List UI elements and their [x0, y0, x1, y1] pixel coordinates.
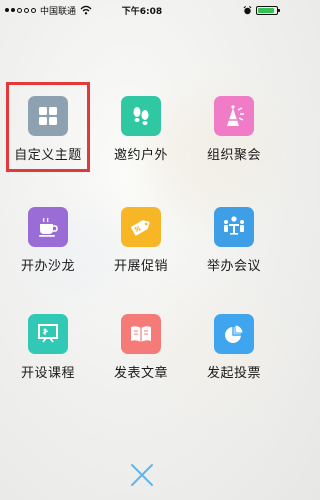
menu-item-salon[interactable]: 开办沙龙	[6, 207, 90, 274]
menu-item-label: 开设课程	[20, 366, 75, 381]
close-icon[interactable]	[129, 462, 155, 488]
party-icon	[214, 96, 254, 136]
meeting-icon	[214, 207, 254, 247]
menu-item-outdoor[interactable]: 邀约户外	[99, 96, 183, 163]
menu-item-label: 组织聚会	[206, 148, 261, 163]
menu-item-course[interactable]: 开设课程	[6, 314, 90, 381]
menu-item-vote[interactable]: 发起投票	[192, 314, 276, 381]
presentation-board-icon	[28, 314, 68, 354]
alarm-icon	[243, 5, 252, 14]
pie-chart-icon	[214, 314, 254, 354]
battery-icon	[256, 5, 280, 15]
highlight-box	[6, 82, 90, 172]
status-time: 下午6:08	[121, 6, 163, 17]
discount-tag-icon	[121, 207, 161, 247]
menu-item-promotion[interactable]: 开展促销	[99, 207, 183, 274]
menu-item-label: 开展促销	[113, 259, 168, 274]
coffee-cup-icon	[28, 207, 68, 247]
menu-item-label: 邀约户外	[113, 148, 168, 163]
menu-item-article[interactable]: 发表文章	[99, 314, 183, 381]
menu-item-meeting[interactable]: 举办会议	[192, 207, 276, 274]
menu-item-label: 举办会议	[206, 259, 261, 274]
menu-item-party[interactable]: 组织聚会	[192, 96, 276, 163]
book-icon	[121, 314, 161, 354]
menu-item-label: 发表文章	[113, 366, 168, 381]
menu-item-label: 发起投票	[206, 366, 261, 381]
footprints-icon	[121, 96, 161, 136]
menu-item-label: 开办沙龙	[20, 259, 75, 274]
status-bar: 中国联通 下午6:08	[0, 0, 284, 20]
